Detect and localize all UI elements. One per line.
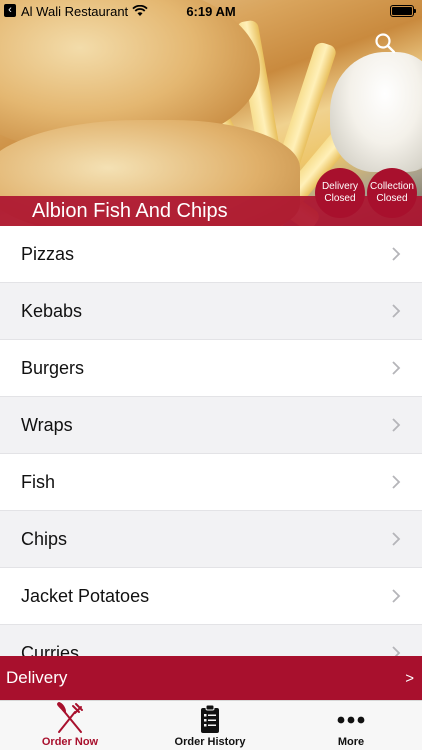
delivery-mode-bar[interactable]: Delivery > bbox=[0, 656, 422, 700]
category-row-curries[interactable]: Curries bbox=[0, 625, 422, 656]
status-time: 6:19 AM bbox=[186, 4, 236, 19]
battery-level bbox=[392, 7, 412, 15]
tab-more[interactable]: More bbox=[280, 701, 422, 750]
tab-label: Order Now bbox=[41, 736, 99, 748]
category-row-pizzas[interactable]: Pizzas bbox=[0, 226, 422, 283]
category-label: Curries bbox=[21, 642, 80, 657]
category-row-jacket-potatoes[interactable]: Jacket Potatoes bbox=[0, 568, 422, 625]
category-label: Jacket Potatoes bbox=[21, 585, 150, 606]
chevron-right-icon bbox=[392, 646, 401, 656]
category-row-kebabs[interactable]: Kebabs bbox=[0, 283, 422, 340]
tab-label: Order History bbox=[174, 736, 246, 748]
category-label: Fish bbox=[21, 471, 56, 492]
delivery-mode-arrow: > bbox=[405, 669, 414, 687]
category-label: Kebabs bbox=[21, 300, 83, 321]
category-list[interactable]: Pizzas Kebabs Burgers Wraps Fish Chips J… bbox=[0, 226, 422, 656]
category-row-wraps[interactable]: Wraps bbox=[0, 397, 422, 454]
fork-knife-icon bbox=[57, 702, 83, 733]
chevron-right-icon bbox=[392, 589, 401, 603]
category-label: Pizzas bbox=[21, 243, 75, 264]
chevron-right-icon bbox=[392, 361, 401, 375]
delivery-mode-label: Delivery bbox=[6, 668, 68, 687]
tab-label: More bbox=[337, 736, 365, 748]
delivery-status-line1: Delivery bbox=[321, 181, 359, 192]
category-label: Chips bbox=[21, 528, 68, 549]
banner-image-dip bbox=[330, 52, 422, 172]
tab-bar: Order Now Order History More bbox=[0, 700, 422, 750]
chevron-right-icon bbox=[392, 418, 401, 432]
tab-order-now[interactable]: Order Now bbox=[0, 701, 140, 750]
search-icon[interactable] bbox=[374, 32, 396, 54]
chevron-right-icon bbox=[392, 532, 401, 546]
status-bar: ‹ Al Wali Restaurant 6:19 AM bbox=[0, 0, 422, 22]
chevron-right-icon bbox=[392, 475, 401, 489]
category-label: Burgers bbox=[21, 357, 85, 378]
battery-icon bbox=[390, 5, 416, 17]
category-label: Wraps bbox=[21, 414, 73, 435]
tab-order-history[interactable]: Order History bbox=[140, 701, 280, 750]
clipboard-list-icon bbox=[201, 704, 219, 733]
delivery-status-badge: Delivery Closed bbox=[315, 168, 365, 218]
chevron-right-icon bbox=[392, 247, 401, 261]
collection-status-line2: Closed bbox=[376, 193, 408, 204]
collection-status-badge: Collection Closed bbox=[367, 168, 417, 218]
category-row-fish[interactable]: Fish bbox=[0, 454, 422, 511]
more-dots-icon bbox=[337, 716, 365, 724]
category-row-chips[interactable]: Chips bbox=[0, 511, 422, 568]
chevron-right-icon bbox=[392, 304, 401, 318]
category-row-burgers[interactable]: Burgers bbox=[0, 340, 422, 397]
restaurant-name: Albion Fish And Chips bbox=[32, 200, 228, 222]
delivery-status-line2: Closed bbox=[324, 193, 356, 204]
collection-status-line1: Collection bbox=[370, 181, 414, 192]
